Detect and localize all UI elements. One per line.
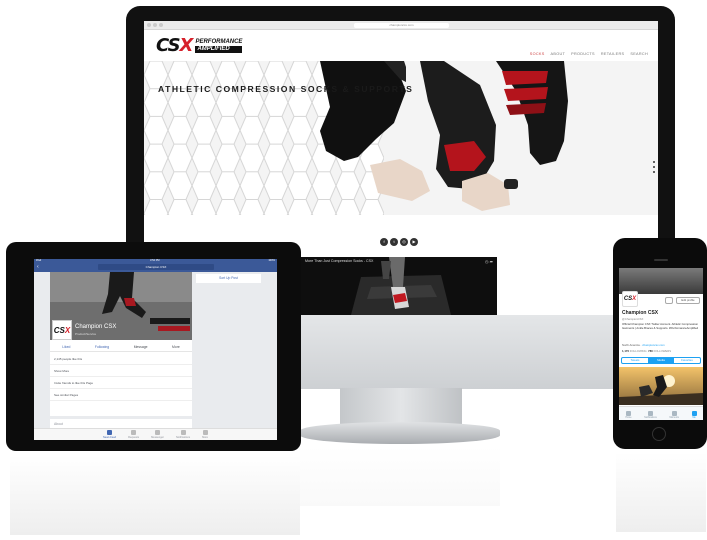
about-heading: About bbox=[54, 422, 63, 426]
search-field[interactable]: Champion CSX bbox=[98, 264, 214, 270]
more-button[interactable]: More bbox=[172, 345, 180, 349]
video-thumbnail bbox=[301, 257, 497, 315]
site-header: CSX PERFORMANCE AMPLIFIED SOCKS ABOUT PR… bbox=[144, 30, 658, 60]
phone-tab-me[interactable]: Me bbox=[691, 411, 697, 419]
tablet-screen: iPad 3:54 PM 100% ‹ Champion CSX CS X Cha… bbox=[34, 259, 277, 440]
invite-row[interactable]: Invite friends to like this Page bbox=[50, 378, 192, 389]
page-category: Product/Service bbox=[75, 332, 97, 336]
phone-reflection bbox=[616, 452, 706, 532]
page-name: Champion CSX bbox=[75, 324, 117, 330]
likes-row[interactable]: 2,145 people like this bbox=[50, 354, 192, 365]
settings-icon[interactable] bbox=[665, 297, 673, 304]
profile-handle: @ChampionCSX bbox=[622, 317, 644, 321]
csx-logo[interactable]: CSX PERFORMANCE AMPLIFIED bbox=[156, 35, 243, 56]
tab-messenger[interactable]: Messenger bbox=[151, 430, 164, 439]
logo-mark: CSX bbox=[156, 35, 193, 56]
tab-more[interactable]: More bbox=[202, 430, 208, 439]
profile-tabs: Tweets Media Favorites bbox=[621, 357, 701, 364]
home-button[interactable] bbox=[652, 427, 666, 441]
hero-banner: ATHLETIC COMPRESSION SOCKS & SUPPORTS bbox=[144, 61, 658, 215]
edit-profile-button[interactable]: Edit profile bbox=[676, 297, 700, 304]
tab-media[interactable]: Media bbox=[648, 358, 674, 363]
hero-title: ATHLETIC COMPRESSION SOCKS & SUPPORTS bbox=[158, 84, 414, 94]
page-avatar[interactable]: CS X bbox=[52, 320, 72, 340]
show-more-row[interactable]: Show More bbox=[50, 366, 192, 377]
back-icon[interactable]: ‹ bbox=[37, 264, 39, 270]
page-column: CS X Champion CSX Product/Service Liked F… bbox=[50, 272, 192, 440]
video-controls[interactable]: ◷ ➦ bbox=[485, 259, 493, 264]
tab-bar: News Feed Requests Messenger Notificatio… bbox=[34, 428, 277, 440]
tab-favorites[interactable]: Favorites bbox=[674, 358, 700, 363]
facebook-icon[interactable]: f bbox=[380, 238, 388, 246]
nav-retailers[interactable]: RETAILERS bbox=[601, 52, 625, 56]
phone-tab-notifications[interactable]: Notifications bbox=[644, 411, 657, 419]
browser-chrome: championcsx.com bbox=[144, 21, 658, 30]
profile-avatar[interactable]: CSX bbox=[622, 291, 638, 307]
tab-news-feed[interactable]: News Feed bbox=[103, 430, 116, 439]
instagram-icon[interactable]: ◎ bbox=[400, 238, 408, 246]
nav-products[interactable]: PRODUCTS bbox=[571, 52, 595, 56]
tablet-reflection bbox=[10, 455, 300, 535]
site-nav: SOCKS ABOUT PRODUCTS RETAILERS SEARCH bbox=[530, 52, 648, 56]
profile-bio: Official Champion CSX Twitter Account. A… bbox=[622, 322, 699, 330]
tab-requests[interactable]: Requests bbox=[128, 430, 139, 439]
window-controls[interactable] bbox=[147, 23, 163, 27]
video-embed[interactable]: More Than Just Compression Socks - CSX ◷… bbox=[301, 257, 497, 315]
social-links: f t ◎ ▶ bbox=[380, 238, 418, 246]
device-mockup: championcsx.com CSX PERFORMANCE AMPLIFIE… bbox=[0, 0, 707, 540]
video-title: More Than Just Compression Socks - CSX bbox=[305, 259, 374, 263]
profile-stats: 1,170 FOLLOWING 780 FOLLOWERS bbox=[622, 349, 672, 353]
facebook-topbar: ‹ Champion CSX bbox=[34, 263, 277, 272]
tab-tweets[interactable]: Tweets bbox=[622, 358, 648, 363]
phone-tab-home[interactable]: Home bbox=[625, 411, 632, 419]
page-actions: Liked Following Message More bbox=[50, 342, 192, 352]
message-button[interactable]: Message bbox=[134, 345, 148, 349]
follow-button[interactable]: Following bbox=[95, 345, 109, 349]
logo-tagline: PERFORMANCE AMPLIFIED bbox=[195, 38, 243, 53]
profile-link[interactable]: championcsx.com bbox=[642, 343, 664, 347]
phone-tab-bar: Home Notifications Moments Me bbox=[619, 406, 703, 420]
similar-pages-row[interactable]: See similar Pages bbox=[50, 390, 192, 401]
phone-speaker bbox=[654, 259, 668, 261]
profile-location: North America · championcsx.com bbox=[622, 343, 665, 347]
phone-tab-moments[interactable]: Moments bbox=[669, 411, 679, 419]
monitor-reflection bbox=[300, 446, 500, 506]
slider-dots[interactable] bbox=[653, 161, 655, 173]
monitor-base bbox=[300, 422, 500, 444]
nav-search[interactable]: SEARCH bbox=[630, 52, 648, 56]
youtube-icon[interactable]: ▶ bbox=[410, 238, 418, 246]
address-bar[interactable]: championcsx.com bbox=[354, 23, 449, 28]
nav-socks[interactable]: SOCKS bbox=[530, 52, 545, 56]
nav-about[interactable]: ABOUT bbox=[551, 52, 566, 56]
like-button[interactable]: Liked bbox=[62, 345, 70, 349]
sidebar-button[interactable]: Sort Up Post bbox=[196, 274, 261, 283]
tab-notifications[interactable]: Notifications bbox=[176, 430, 190, 439]
twitter-icon[interactable]: t bbox=[390, 238, 398, 246]
phone-screen: CSX Edit profile Champion CSX @ChampionC… bbox=[619, 268, 703, 420]
media-image[interactable] bbox=[619, 367, 703, 405]
profile-name: Champion CSX bbox=[622, 310, 659, 316]
